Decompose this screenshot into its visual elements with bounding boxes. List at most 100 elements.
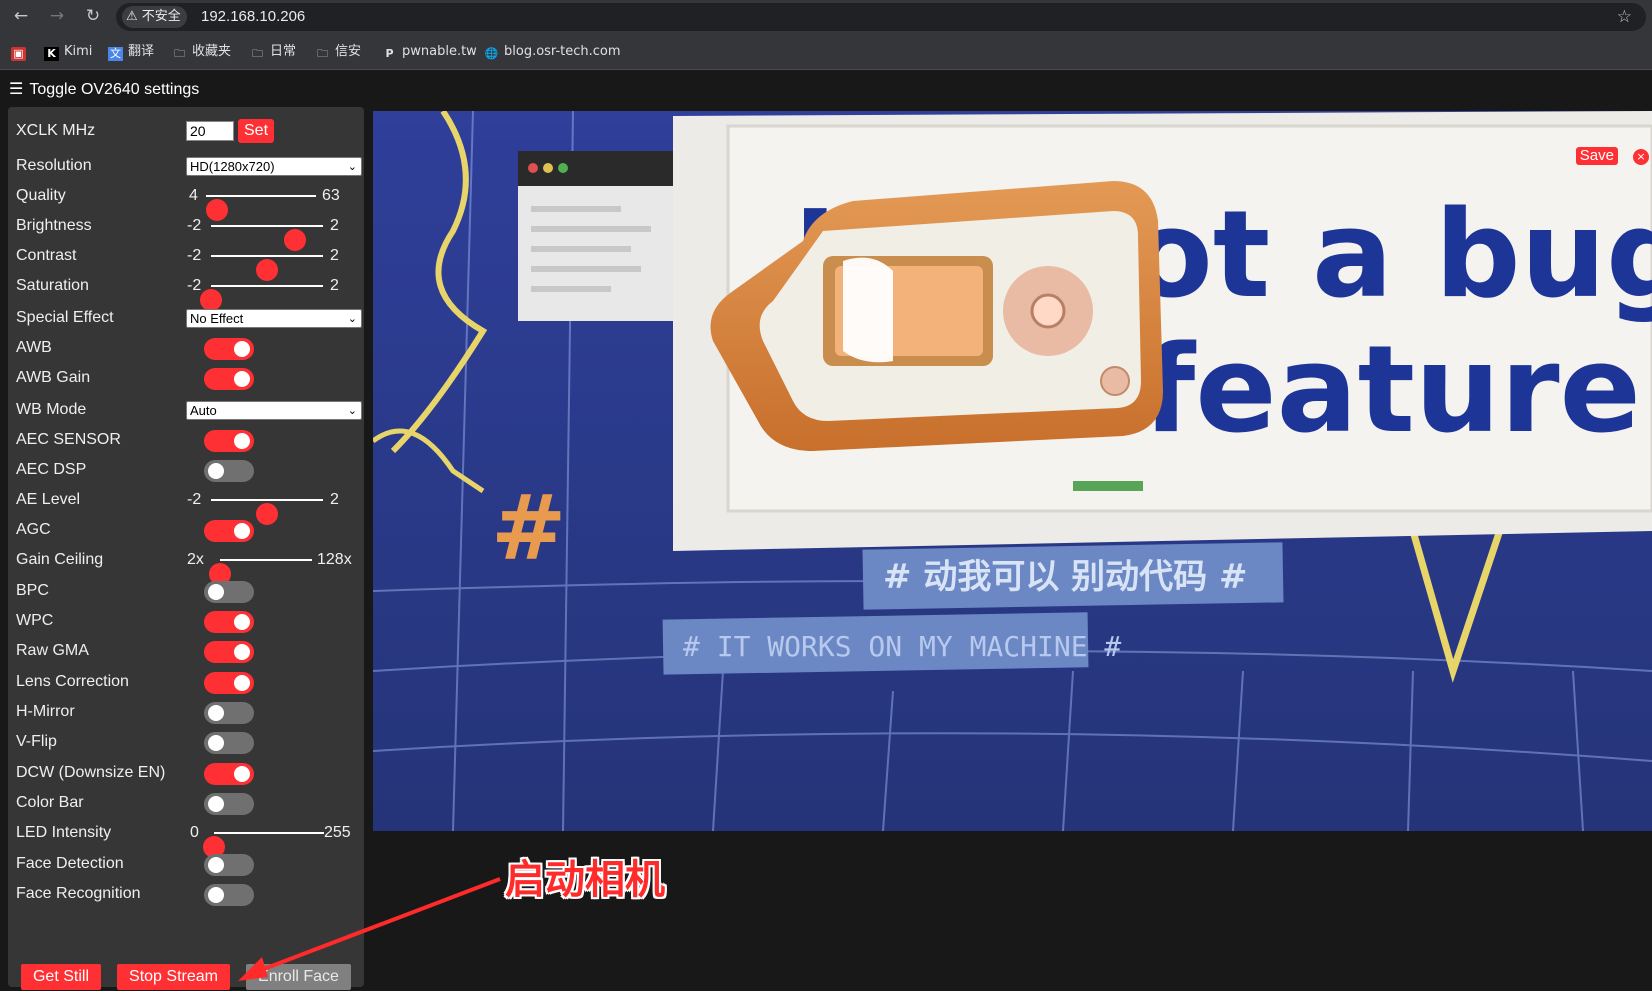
security-label: 不安全 [141,9,181,24]
color-bar-toggle[interactable] [204,793,254,815]
brightness-slider[interactable] [211,225,323,251]
bookmark-app[interactable]: ▣ [11,43,31,61]
bookmarks-bar: ▣ K Kimi 文翻译 🗀 收藏夹 🗀 日常 🗀 信安 Ppwnable.tw 🌐 bl… [0,34,1652,70]
gain-ceiling-min: 2x [187,551,204,568]
wb-mode-label: WB Mode [16,401,87,418]
agc-toggle[interactable] [204,520,254,542]
resolution-value: HD(1280x720) [190,159,275,174]
ae-level-row: AE Level -2 2 [8,485,364,525]
contrast-max: 2 [330,247,339,264]
aec-sensor-row: AEC SENSOR [8,425,364,455]
dcw-toggle[interactable] [204,763,254,785]
address-bar[interactable]: ⚠ 不安全 192.168.10.206 ☆ [116,3,1646,31]
gain-ceiling-slider[interactable] [209,559,312,585]
wpc-row: WPC [8,606,364,636]
security-indicator[interactable]: ⚠ 不安全 [122,6,187,28]
toggle-knob [234,341,250,357]
bookmark-label: 收藏夹 [192,44,232,59]
get-still-button[interactable]: Get Still [21,964,101,990]
awb-gain-row: AWB Gain [8,363,364,393]
brightness-min: -2 [187,217,202,234]
reload-icon[interactable]: ↻ [82,5,104,27]
warning-icon: ⚠ [126,9,138,24]
toggle-knob [208,463,224,479]
ae-level-max: 2 [330,491,339,508]
resolution-label: Resolution [16,157,92,174]
raw-gma-row: Raw GMA [8,636,364,666]
resolution-select[interactable]: HD(1280x720) ⌄ [186,157,362,176]
folder-icon: 🗀 [174,47,185,60]
saturation-row: Saturation -2 2 [8,271,364,311]
toggle-knob [234,523,250,539]
saturation-max: 2 [330,277,339,294]
brightness-row: Brightness -2 2 [8,211,364,251]
save-button[interactable]: Save [1575,147,1618,165]
bookmark-pwnable[interactable]: Ppwnable.tw [382,43,477,61]
led-intensity-min: 0 [190,824,199,841]
app-icon: ▣ [11,47,26,61]
contrast-min: -2 [187,247,202,264]
xclk-set-button[interactable]: Set [238,119,275,143]
close-icon[interactable]: × [1633,149,1649,165]
back-icon[interactable]: ← [10,5,32,27]
led-intensity-max: 255 [324,824,351,841]
toggle-knob [208,705,224,721]
lens-correction-toggle[interactable] [204,672,254,694]
gain-ceiling-row: Gain Ceiling 2x 128x [8,545,364,585]
aec-dsp-toggle[interactable] [204,460,254,482]
awb-row: AWB [8,333,364,363]
globe-icon: 🌐 [484,47,499,60]
bookmark-label: 日常 [270,44,297,59]
settings-panel: XCLK MHz 20 Set Resolution HD(1280x720) ⌄… [8,107,364,987]
stop-stream-button[interactable]: Stop Stream [117,964,230,990]
bpc-label: BPC [16,582,49,599]
aec-sensor-toggle[interactable] [204,430,254,452]
quality-min: 4 [189,187,198,204]
forward-icon[interactable]: → [46,5,68,27]
quality-slider[interactable] [206,195,316,221]
url-text[interactable]: 192.168.10.206 [201,3,305,31]
wpc-toggle[interactable] [204,611,254,633]
toggle-knob [234,766,250,782]
toggle-knob [208,857,224,873]
bookmark-folder-daily[interactable]: 🗀 日常 [250,43,296,61]
saturation-slider[interactable] [200,285,323,311]
bookmark-label: pwnable.tw [402,44,477,59]
aec-dsp-row: AEC DSP [8,455,364,485]
v-flip-row: V-Flip [8,727,364,757]
ae-level-slider[interactable] [211,499,323,525]
toggle-knob [208,887,224,903]
saturation-label: Saturation [16,277,89,294]
awb-label: AWB [16,339,52,356]
dcw-row: DCW (Downsize EN) [8,758,364,788]
settings-toggle[interactable]: ☰ Toggle OV2640 settings [9,80,199,99]
bookmark-translate[interactable]: 文翻译 [108,43,154,61]
contrast-slider[interactable] [211,255,323,281]
chevron-down-icon: ⌄ [347,404,357,417]
special-effect-select[interactable]: No Effect ⌄ [186,309,362,328]
bookmark-folder-security[interactable]: 🗀 信安 [315,43,361,61]
quality-max: 63 [322,187,340,204]
xclk-input[interactable]: 20 [186,121,234,141]
awb-gain-toggle[interactable] [204,368,254,390]
v-flip-toggle[interactable] [204,732,254,754]
bpc-toggle[interactable] [204,581,254,603]
annotation-label: 启动相机 [505,857,665,903]
color-bar-label: Color Bar [16,794,84,811]
bookmark-kimi[interactable]: K Kimi [44,43,92,61]
h-mirror-toggle[interactable] [204,702,254,724]
wb-mode-select[interactable]: Auto ⌄ [186,401,362,420]
raw-gma-toggle[interactable] [204,641,254,663]
face-detection-label: Face Detection [16,855,124,872]
wpc-label: WPC [16,612,54,629]
bookmark-star-icon[interactable]: ☆ [1617,3,1632,31]
toggle-knob [234,433,250,449]
bookmark-blog[interactable]: 🌐 blog.osr-tech.com [484,43,621,61]
awb-toggle[interactable] [204,338,254,360]
toggle-knob [208,735,224,751]
xclk-row: XCLK MHz 20 Set [8,116,364,146]
led-intensity-slider[interactable] [203,832,324,858]
bookmark-folder-favorites[interactable]: 🗀 收藏夹 [172,43,231,61]
menu-icon: ☰ [9,79,24,98]
folder-icon: 🗀 [317,47,328,60]
